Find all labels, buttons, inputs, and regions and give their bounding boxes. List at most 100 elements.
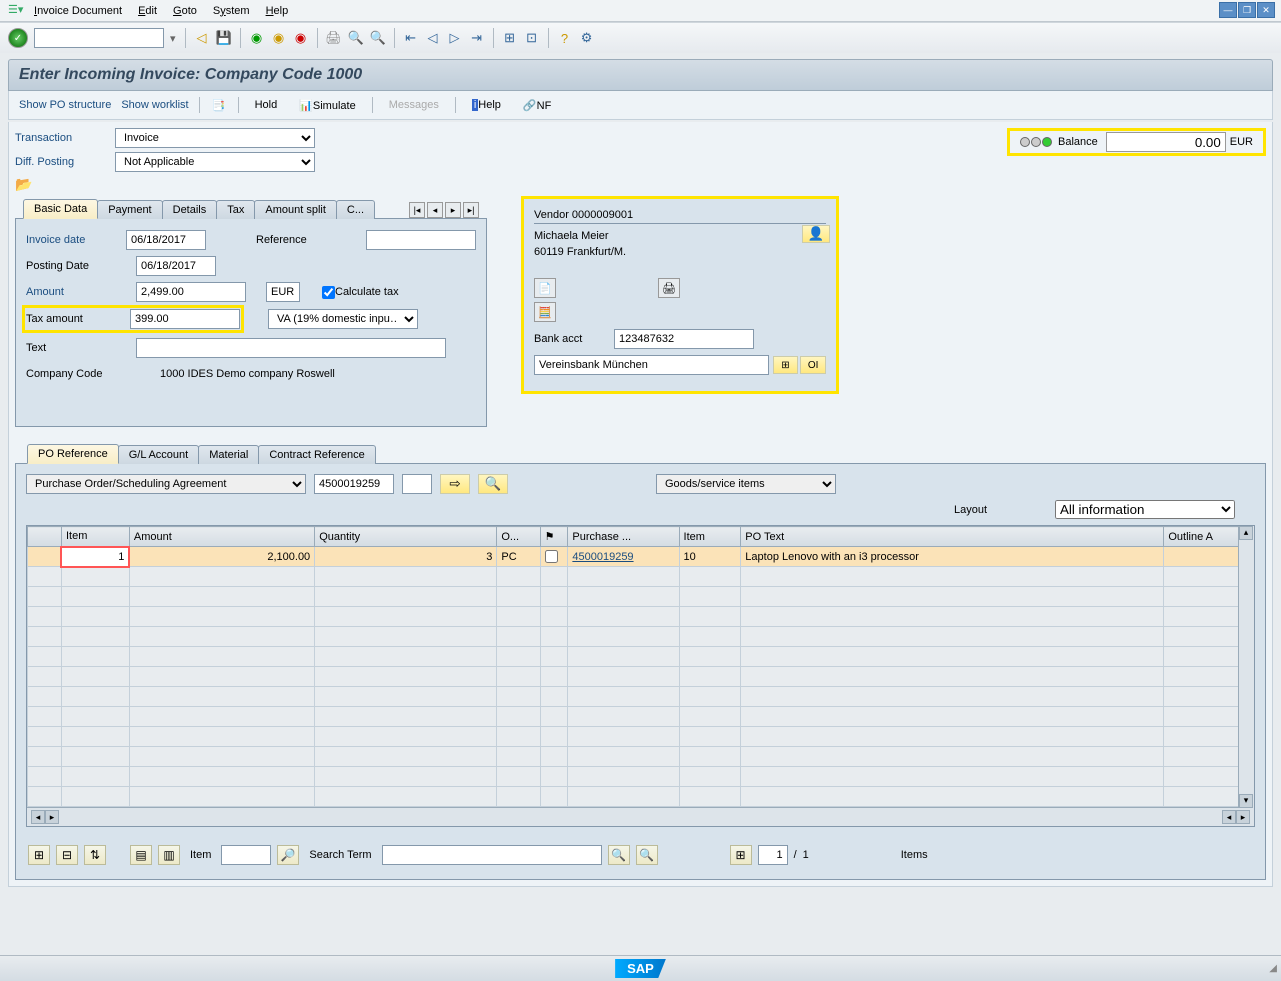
scroll-up-icon[interactable]: ▴	[1239, 526, 1253, 540]
vendor-doc-icon[interactable]: 📄	[534, 278, 556, 298]
page-input[interactable]	[758, 845, 788, 865]
next-page-icon[interactable]: ▷	[446, 29, 464, 47]
save-icon[interactable]: ◁	[193, 29, 211, 47]
tab-first-icon[interactable]: |◂	[409, 202, 425, 218]
tax-amount-input[interactable]	[130, 309, 240, 329]
deselect-all-icon[interactable]: ⊟	[56, 845, 78, 865]
find-icon2[interactable]: 🔍	[608, 845, 630, 865]
transaction-select[interactable]: Invoice	[115, 128, 315, 148]
grid-vscroll[interactable]: ▴ ▾	[1238, 526, 1254, 808]
tab-payment[interactable]: Payment	[97, 200, 162, 219]
tab-next-icon[interactable]: ▸	[445, 202, 461, 218]
folder-icon[interactable]: 📂	[15, 176, 35, 192]
col-amount[interactable]: Amount	[129, 527, 314, 547]
calculate-tax-checkbox[interactable]	[322, 286, 335, 299]
vendor-calc-icon[interactable]: 🧮	[534, 302, 556, 322]
col-flag[interactable]: ⚑	[540, 527, 568, 547]
simulate-button[interactable]: 📊Simulate	[293, 97, 362, 114]
enter-icon[interactable]: ✓	[8, 28, 28, 48]
tab-amount-split[interactable]: Amount split	[254, 200, 337, 219]
maximize-button[interactable]: ❐	[1238, 2, 1256, 18]
cell-uom[interactable]: PC	[497, 547, 540, 567]
col-rownum[interactable]	[28, 527, 62, 547]
search-item-icon[interactable]: 🔎	[277, 845, 299, 865]
exit-icon[interactable]: ◉	[270, 29, 288, 47]
item-input[interactable]	[221, 845, 271, 865]
vendor-print-icon[interactable]: 🖨	[658, 278, 680, 298]
scroll-down-icon[interactable]: ▾	[1239, 794, 1253, 808]
menu-icon[interactable]: ☰▾	[8, 3, 24, 19]
prev-page-icon[interactable]: ◁	[424, 29, 442, 47]
close-button[interactable]: ✕	[1257, 2, 1275, 18]
menu-system[interactable]: System	[213, 5, 250, 17]
menu-goto[interactable]: Goto	[173, 5, 197, 17]
sort-icon[interactable]: ⇅	[84, 845, 106, 865]
other-invoice-icon[interactable]: 📑	[210, 96, 228, 114]
cell-quantity[interactable]: 3	[486, 551, 492, 563]
po-go-icon[interactable]: ⇨	[440, 474, 470, 494]
back-icon[interactable]: ◉	[248, 29, 266, 47]
scroll-left2-icon[interactable]: ◂	[1222, 810, 1236, 824]
col-purchase[interactable]: Purchase ...	[568, 527, 679, 547]
tab-contract-reference[interactable]: Contract Reference	[258, 445, 375, 464]
layout-select[interactable]: All information	[1055, 500, 1235, 519]
show-po-structure-link[interactable]: Show PO structure	[19, 99, 111, 111]
menu-edit[interactable]: Edit	[138, 5, 157, 17]
po-ref-type-select[interactable]: Purchase Order/Scheduling Agreement	[26, 474, 306, 494]
tab-details[interactable]: Details	[162, 200, 218, 219]
find-next-icon[interactable]: 🔍	[369, 29, 387, 47]
nf-button[interactable]: 🔗NF	[517, 97, 557, 114]
menu-invoice-document[interactable]: IInvoice Documentnvoice Document	[34, 5, 122, 17]
resize-grip-icon[interactable]: ◢	[1269, 963, 1277, 974]
col-uom[interactable]: O...	[497, 527, 540, 547]
text-input[interactable]	[136, 338, 446, 358]
cell-po-text[interactable]: Laptop Lenovo with an i3 processor	[741, 547, 1164, 567]
help-button[interactable]: iHelp	[466, 97, 507, 113]
po-item-input[interactable]	[402, 474, 432, 494]
tab-gl-account[interactable]: G/L Account	[118, 445, 200, 464]
diskette-icon[interactable]: 💾	[215, 29, 233, 47]
tab-po-reference[interactable]: PO Reference	[27, 444, 119, 464]
find-next-icon2[interactable]: 🔍	[636, 845, 658, 865]
grid-toggle-icon[interactable]: ⊞	[773, 356, 799, 374]
scroll-right-icon[interactable]: ▸	[45, 810, 59, 824]
diff-posting-select[interactable]: Not Applicable	[115, 152, 315, 172]
table-settings-icon[interactable]: ⊞	[730, 845, 752, 865]
tax-code-select[interactable]: VA (19% domestic inpu…	[268, 309, 418, 329]
cancel-icon[interactable]: ◉	[292, 29, 310, 47]
table-row[interactable]: 1 2,100.00 3 PC 4500019259 10 Laptop Len…	[28, 547, 1254, 567]
po-search-icon[interactable]: 🔍	[478, 474, 508, 494]
tab-more[interactable]: C...	[336, 200, 375, 219]
command-field[interactable]	[34, 28, 164, 48]
cell-item[interactable]: 1	[61, 547, 129, 567]
tab-basic-data[interactable]: Basic Data	[23, 199, 98, 219]
po-number-input[interactable]	[314, 474, 394, 494]
filter-icon[interactable]: ▤	[130, 845, 152, 865]
col-item[interactable]: Item	[61, 527, 129, 547]
col-po-item[interactable]: Item	[679, 527, 741, 547]
posting-date-input[interactable]	[136, 256, 216, 276]
tab-tax[interactable]: Tax	[216, 200, 255, 219]
goods-service-select[interactable]: Goods/service items	[656, 474, 836, 494]
hold-button[interactable]: Hold	[249, 97, 284, 113]
scroll-left-icon[interactable]: ◂	[31, 810, 45, 824]
session-icon[interactable]: ⊞	[501, 29, 519, 47]
amount-input[interactable]	[136, 282, 246, 302]
last-page-icon[interactable]: ⇥	[468, 29, 486, 47]
search-term-input[interactable]	[382, 845, 602, 865]
cell-amount[interactable]: 2,100.00	[129, 547, 314, 567]
reference-input[interactable]	[366, 230, 476, 250]
minimize-button[interactable]: —	[1219, 2, 1237, 18]
col-po-text[interactable]: PO Text	[741, 527, 1164, 547]
scroll-right2-icon[interactable]: ▸	[1236, 810, 1250, 824]
invoice-date-input[interactable]	[126, 230, 206, 250]
cell-flag[interactable]	[540, 547, 568, 567]
help-icon[interactable]: ?	[556, 29, 574, 47]
cell-po-item[interactable]: 10	[679, 547, 741, 567]
menu-help[interactable]: Help	[266, 5, 289, 17]
first-page-icon[interactable]: ⇤	[402, 29, 420, 47]
filter2-icon[interactable]: ▥	[158, 845, 180, 865]
oi-button[interactable]: OI	[800, 356, 826, 374]
tab-last-icon[interactable]: ▸|	[463, 202, 479, 218]
col-quantity[interactable]: Quantity	[315, 527, 497, 547]
